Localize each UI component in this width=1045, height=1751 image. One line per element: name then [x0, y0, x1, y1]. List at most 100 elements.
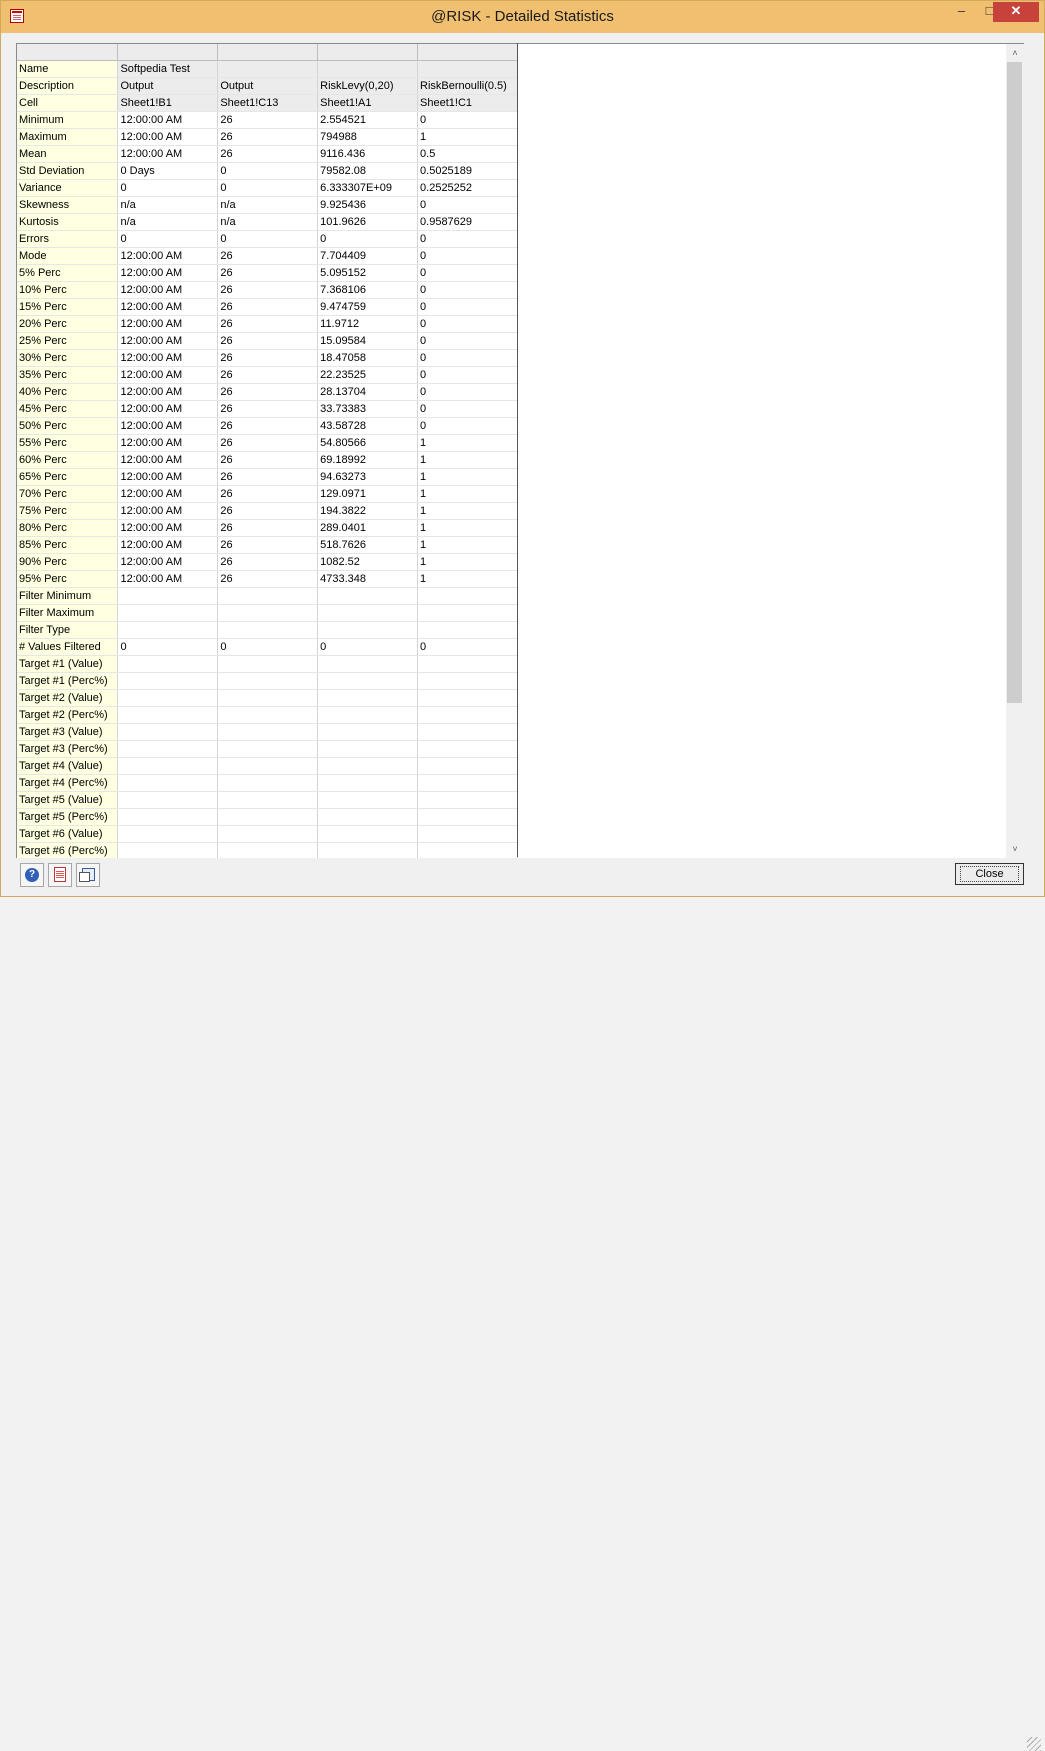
grid-cell[interactable]: 0 [417, 247, 518, 265]
grid-cell[interactable]: 0 [417, 196, 518, 214]
grid-cell[interactable]: 33.73383 [317, 400, 419, 418]
grid-cell[interactable]: 2.554521 [317, 111, 419, 129]
grid-cell[interactable] [117, 689, 219, 707]
grid-cell[interactable]: 26 [217, 570, 319, 588]
grid-cell[interactable]: 26 [217, 485, 319, 503]
grid-cell[interactable]: 518.7626 [317, 536, 419, 554]
grid-cell[interactable]: 12:00:00 AM [117, 553, 219, 571]
grid-cell[interactable]: 1 [417, 468, 518, 486]
grid-cell[interactable] [117, 774, 219, 792]
grid-cell[interactable] [417, 706, 518, 724]
grid-cell[interactable] [217, 757, 319, 775]
grid-cell[interactable] [217, 842, 319, 858]
grid-cell[interactable]: 26 [217, 332, 319, 350]
grid-cell[interactable] [417, 774, 518, 792]
grid-cell[interactable]: 0.5 [417, 145, 518, 163]
grid-cell[interactable]: 26 [217, 417, 319, 435]
grid-cell[interactable] [317, 60, 419, 78]
grid-cell[interactable]: Output [217, 77, 319, 95]
grid-cell[interactable]: 0 [417, 638, 518, 656]
grid-cell[interactable]: 26 [217, 451, 319, 469]
grid-cell[interactable]: 0 [217, 230, 319, 248]
grid-cell[interactable] [317, 791, 419, 809]
grid-cell[interactable] [417, 655, 518, 673]
grid-cell[interactable] [317, 842, 419, 858]
grid-cell[interactable] [217, 621, 319, 639]
grid-cell[interactable]: 5.095152 [317, 264, 419, 282]
grid-cell[interactable]: 0.2525252 [417, 179, 518, 197]
grid-cell[interactable] [217, 723, 319, 741]
close-window-button[interactable]: ✕ [993, 2, 1039, 22]
grid-cell[interactable] [417, 791, 518, 809]
grid-cell[interactable]: 69.18992 [317, 451, 419, 469]
grid-cell[interactable] [217, 672, 319, 690]
grid-cell[interactable]: 12:00:00 AM [117, 111, 219, 129]
grid-cell[interactable] [117, 655, 219, 673]
grid-cell[interactable]: 26 [217, 247, 319, 265]
grid-cell[interactable]: 0 [217, 179, 319, 197]
column-header[interactable] [317, 44, 419, 61]
grid-cell[interactable]: 0 [417, 332, 518, 350]
grid-cell[interactable]: 26 [217, 468, 319, 486]
grid-cell[interactable]: 1 [417, 553, 518, 571]
grid-cell[interactable]: 9.925436 [317, 196, 419, 214]
grid-cell[interactable]: 22.23525 [317, 366, 419, 384]
grid-cell[interactable]: 1082.52 [317, 553, 419, 571]
grid-cell[interactable] [217, 740, 319, 758]
grid-cell[interactable] [417, 842, 518, 858]
grid-cell[interactable]: RiskBernoulli(0.5) [417, 77, 518, 95]
grid-cell[interactable]: 12:00:00 AM [117, 519, 219, 537]
grid-cell[interactable]: 101.9626 [317, 213, 419, 231]
grid-cell[interactable]: 12:00:00 AM [117, 383, 219, 401]
grid-cell[interactable]: 26 [217, 298, 319, 316]
grid-cell[interactable]: 1 [417, 128, 518, 146]
grid-cell[interactable] [317, 655, 419, 673]
grid-cell[interactable]: 26 [217, 536, 319, 554]
grid-cell[interactable] [317, 757, 419, 775]
grid-cell[interactable]: 26 [217, 502, 319, 520]
scroll-up-icon[interactable]: ˄ [1006, 45, 1024, 62]
grid-cell[interactable]: Sheet1!B1 [117, 94, 219, 112]
grid-cell[interactable]: 12:00:00 AM [117, 451, 219, 469]
grid-cell[interactable] [417, 825, 518, 843]
grid-cell[interactable]: Sheet1!A1 [317, 94, 419, 112]
grid-cell[interactable]: n/a [117, 213, 219, 231]
grid-cell[interactable]: 9116.436 [317, 145, 419, 163]
grid-cell[interactable]: 12:00:00 AM [117, 536, 219, 554]
grid-cell[interactable]: 12:00:00 AM [117, 247, 219, 265]
grid-cell[interactable]: 26 [217, 366, 319, 384]
grid-cell[interactable]: RiskLevy(0,20) [317, 77, 419, 95]
grid-cell[interactable]: 26 [217, 519, 319, 537]
grid-cell[interactable]: 4733.348 [317, 570, 419, 588]
grid-cell[interactable] [117, 621, 219, 639]
grid-cell[interactable]: 194.3822 [317, 502, 419, 520]
resize-grip-icon[interactable] [1027, 1737, 1041, 1751]
grid-cell[interactable]: 12:00:00 AM [117, 434, 219, 452]
grid-cell[interactable]: 0 [417, 281, 518, 299]
grid-cell[interactable]: 26 [217, 264, 319, 282]
grid-cell[interactable]: 12:00:00 AM [117, 128, 219, 146]
grid-cell[interactable]: 1 [417, 434, 518, 452]
minimize-button[interactable]: – [948, 2, 975, 22]
grid-cell[interactable] [317, 621, 419, 639]
grid-cell[interactable] [217, 689, 319, 707]
grid-cell[interactable]: 94.63273 [317, 468, 419, 486]
grid-cell[interactable]: Softpedia Test [117, 60, 219, 78]
grid-cell[interactable]: 0 [417, 230, 518, 248]
grid-cell[interactable]: 12:00:00 AM [117, 315, 219, 333]
grid-cell[interactable]: 12:00:00 AM [117, 570, 219, 588]
grid-cell[interactable]: 0 [317, 230, 419, 248]
grid-cell[interactable]: 1 [417, 519, 518, 537]
grid-cell[interactable]: 0 [217, 638, 319, 656]
grid-cell[interactable] [117, 825, 219, 843]
grid-cell[interactable] [117, 791, 219, 809]
grid-cell[interactable]: 12:00:00 AM [117, 349, 219, 367]
grid-cell[interactable]: 54.80566 [317, 434, 419, 452]
grid-cell[interactable] [317, 587, 419, 605]
grid-cell[interactable] [117, 587, 219, 605]
column-header[interactable] [417, 44, 518, 61]
grid-cell[interactable]: n/a [217, 213, 319, 231]
grid-cell[interactable] [117, 842, 219, 858]
grid-cell[interactable]: 0.5025189 [417, 162, 518, 180]
grid-cell[interactable]: 0 [417, 366, 518, 384]
